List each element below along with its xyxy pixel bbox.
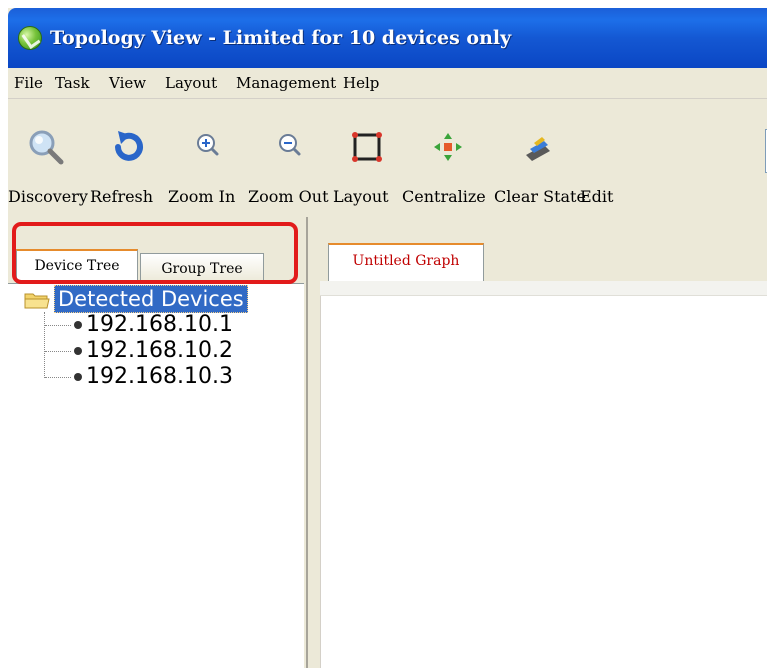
tab-group-tree[interactable]: Group Tree — [140, 253, 264, 283]
layout-button[interactable]: Layout — [333, 99, 401, 217]
magnifier-icon — [29, 130, 64, 165]
refresh-icon — [115, 131, 143, 161]
tree-connector — [45, 377, 71, 378]
layout-label: Layout — [333, 187, 389, 206]
tree-item-device[interactable]: 192.168.10.3 — [86, 364, 233, 390]
app-window: Topology View - Limited for 10 devices o… — [8, 8, 767, 668]
graph-canvas-header — [320, 281, 767, 296]
left-panel: Device Tree Group Tree Detected Devices … — [8, 217, 308, 668]
discovery-button[interactable]: Discovery — [8, 99, 88, 217]
tab-device-tree[interactable]: Device Tree — [16, 249, 138, 283]
folder-icon — [24, 293, 50, 309]
device-tree: Detected Devices 192.168.10.1 192.168.10… — [8, 283, 304, 668]
menu-task[interactable]: Task — [55, 74, 90, 92]
tab-untitled-graph[interactable]: Untitled Graph — [328, 243, 484, 281]
tree-connector — [45, 351, 71, 352]
graph-canvas[interactable] — [320, 281, 767, 668]
edit-button[interactable]: Edit — [580, 99, 614, 217]
menu-help[interactable]: Help — [343, 74, 379, 92]
clear-state-button[interactable]: Clear State — [494, 99, 586, 217]
centralize-label: Centralize — [402, 187, 486, 206]
clear-state-icon — [526, 137, 550, 161]
toolbar: Discovery Refresh Zoom In Zoom Out Layou… — [8, 99, 767, 217]
discovery-label: Discovery — [8, 187, 88, 206]
tree-item-device[interactable]: 192.168.10.2 — [86, 338, 233, 364]
tree-connector — [44, 312, 45, 378]
zoom-in-button[interactable]: Zoom In — [168, 99, 246, 217]
menu-file[interactable]: File — [14, 74, 43, 92]
window-title: Topology View - Limited for 10 devices o… — [50, 27, 512, 49]
device-bullet-icon — [74, 321, 82, 329]
centralize-icon — [434, 133, 462, 161]
menu-management[interactable]: Management — [236, 74, 336, 92]
zoom-out-button[interactable]: Zoom Out — [248, 99, 332, 217]
menu-layout[interactable]: Layout — [165, 74, 217, 92]
title-bar[interactable]: Topology View - Limited for 10 devices o… — [8, 8, 767, 68]
app-icon — [18, 26, 42, 50]
main-area: Device Tree Group Tree Detected Devices … — [8, 217, 767, 668]
clear-state-label: Clear State — [494, 187, 586, 206]
refresh-button[interactable]: Refresh — [90, 99, 166, 217]
zoom-in-label: Zoom In — [168, 187, 236, 206]
menu-bar: File Task View Layout Management Help — [8, 68, 767, 99]
tab-untitled-graph-label: Untitled Graph — [352, 253, 460, 269]
device-bullet-icon — [74, 373, 82, 381]
graph-panel: Untitled Graph — [320, 217, 767, 668]
tree-root-detected-devices[interactable]: Detected Devices — [54, 285, 248, 313]
centralize-button[interactable]: Centralize — [402, 99, 492, 217]
tree-item-device[interactable]: 192.168.10.1 — [86, 312, 233, 338]
refresh-label: Refresh — [90, 187, 154, 206]
device-bullet-icon — [74, 347, 82, 355]
zoom-out-label: Zoom Out — [248, 187, 329, 206]
tab-device-tree-label: Device Tree — [34, 258, 120, 274]
layout-icon — [352, 132, 382, 162]
tree-connector — [45, 325, 71, 326]
tab-group-tree-label: Group Tree — [161, 261, 243, 277]
menu-view[interactable]: View — [109, 74, 146, 92]
edit-label: Edit — [580, 187, 614, 206]
zoom-in-icon — [197, 134, 219, 156]
zoom-out-icon — [279, 134, 301, 156]
